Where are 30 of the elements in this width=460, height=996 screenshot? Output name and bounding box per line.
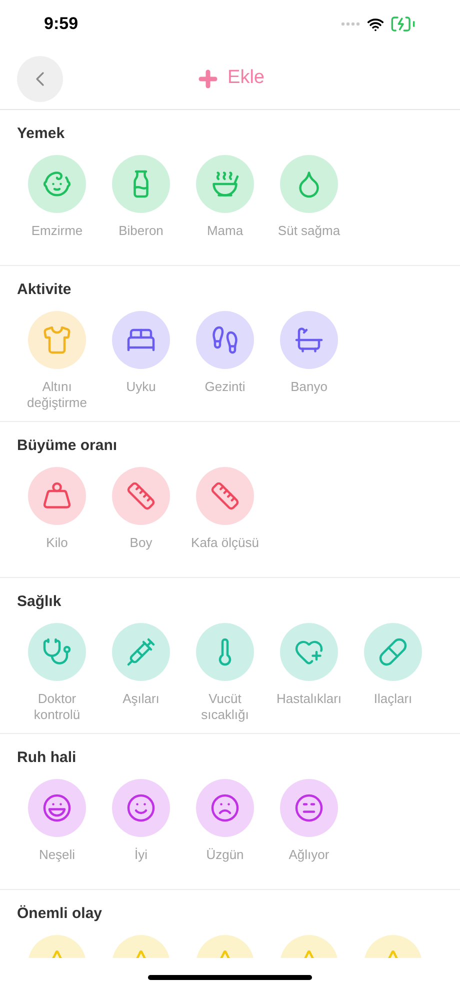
category-label: Kilo — [45, 535, 69, 551]
category-label: Emzirme — [30, 223, 84, 239]
page-title: Ekle — [228, 66, 264, 90]
section-title: Ruh hali — [16, 748, 78, 768]
category-label: Banyo — [290, 379, 328, 395]
section-title: Yemek — [16, 124, 66, 144]
category-label: Kafa ölçüsü — [190, 535, 260, 551]
signal-icon — [341, 22, 361, 26]
category-label: Uyku — [125, 379, 157, 395]
category-label: Boy — [128, 535, 154, 551]
category-label: Doktor kontrolü — [32, 691, 82, 723]
category-label: Vucüt sıcaklığı — [200, 691, 250, 723]
section-title: Sağlık — [16, 592, 62, 612]
section-title: Önemli olay — [16, 904, 104, 924]
category-label: Ilaçları — [372, 691, 414, 707]
status-time: 9:59 — [44, 13, 78, 36]
category-label: Mama — [206, 223, 244, 239]
category-label: Neşeli — [38, 847, 76, 863]
category-label: Ağlıyor — [288, 847, 330, 863]
category-label: İyi — [134, 847, 148, 863]
category-label: Hastalıkları — [275, 691, 343, 707]
wifi-icon — [367, 16, 384, 32]
category-label: Gezinti — [204, 379, 246, 395]
category-label: Süt sağma — [276, 223, 342, 239]
section-title: Büyüme oranı — [16, 436, 118, 456]
category-label: Aşıları — [122, 691, 160, 707]
section-title: Aktivite — [16, 280, 72, 300]
category-label: Altını değiştirme — [26, 379, 88, 411]
category-label: Üzgün — [205, 847, 245, 863]
category-label: Biberon — [118, 223, 164, 239]
